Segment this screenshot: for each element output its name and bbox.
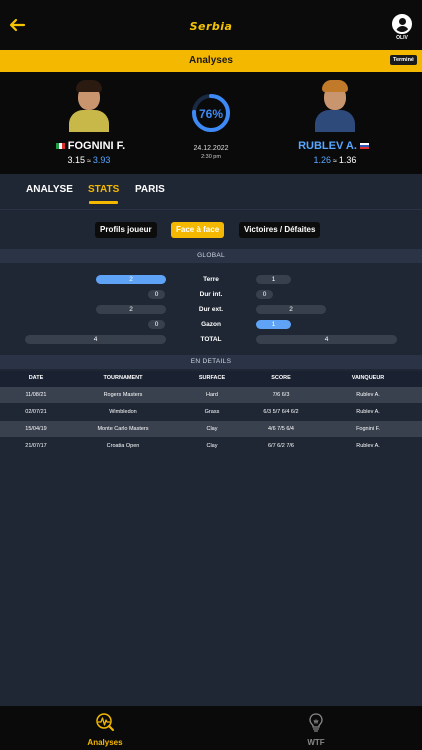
stat-row: 0 Gazon 1 — [0, 320, 422, 332]
tab-bar: ANALYSE STATS PARIS — [0, 174, 422, 210]
user-name: OLIV — [396, 35, 408, 41]
player-1-photo — [64, 80, 114, 132]
cell-date: 21/07/17 — [25, 443, 47, 449]
stat-row: 0 Dur int. 0 — [0, 290, 422, 302]
tab-stats[interactable]: STATS — [88, 184, 119, 204]
cell-score: 4/6 7/5 6/4 — [268, 426, 294, 432]
nav-wtf-label: WTF — [307, 738, 325, 747]
table-header: DATE TOURNAMENT SURFACE SCORE VAINQUEUR — [0, 371, 422, 387]
global-heading: GLOBAL — [0, 249, 422, 263]
lightbulb-icon — [309, 713, 323, 732]
cell-winner: Rublev A. — [356, 409, 380, 415]
filter-victoires-defaites[interactable]: Victoires / Défaites — [239, 222, 321, 238]
stat-row: 4 TOTAL 4 — [0, 335, 422, 347]
cell-score: 6/7 6/2 7/6 — [268, 443, 294, 449]
stat-right-value: 0 — [256, 290, 273, 299]
stat-label: Gazon — [201, 321, 221, 328]
cell-surface: Clay — [206, 443, 218, 449]
cell-date: 15/04/19 — [25, 426, 47, 432]
cell-score: 7/6 6/3 — [272, 392, 290, 398]
cell-date: 02/07/21 — [25, 409, 47, 415]
filter-profils-joueur[interactable]: Profils joueur — [95, 222, 157, 238]
tab-paris[interactable]: PARIS — [135, 184, 165, 195]
match-header: FOGNINI F. 3.15 ≈3.93 76% 24.12.2022 2:30… — [0, 72, 422, 174]
stat-left-value: 0 — [148, 290, 165, 299]
cell-winner: Fognini F. — [356, 426, 380, 432]
player-1-odds: 3.15 ≈3.93 — [67, 155, 111, 165]
cell-surface: Hard — [206, 392, 218, 398]
cell-surface: Grass — [204, 409, 220, 415]
stat-label: Dur int. — [199, 291, 223, 298]
match-date: 24.12.2022 — [193, 145, 229, 152]
stat-right-value: 1 — [256, 320, 291, 329]
table-row[interactable]: 02/07/21 Wimbledon Grass 6/3 5/7 6/4 6/2 Rub… — [0, 404, 422, 420]
stat-right-value: 1 — [256, 275, 291, 284]
nav-analyses-label: Analyses — [87, 738, 123, 747]
brand-logo: Serbia — [189, 20, 233, 33]
match-time: 2:30 pm — [201, 154, 221, 160]
page-title: Analyses — [189, 55, 233, 66]
column-header-date: DATE — [28, 375, 44, 381]
analyses-chart-icon — [96, 713, 114, 731]
match-center-info: 76% 24.12.2022 2:30 pm — [181, 92, 241, 160]
player-2-photo — [310, 80, 360, 132]
player-2-odds: 1.26 ≈1.36 — [313, 155, 357, 165]
cell-winner: Rublev A. — [356, 392, 380, 398]
tab-analyse[interactable]: ANALYSE — [26, 184, 73, 195]
stat-left-value: 4 — [25, 335, 166, 344]
player-1-card[interactable]: FOGNINI F. 3.15 ≈3.93 — [34, 80, 144, 165]
stat-left-value: 2 — [96, 275, 166, 284]
win-probability: 76% — [198, 107, 224, 121]
filter-face-a-face[interactable]: Face à face — [171, 222, 225, 238]
cell-date: 11/08/21 — [25, 392, 47, 398]
user-profile-button[interactable]: OLIV — [390, 14, 414, 41]
nav-analyses[interactable]: Analyses — [65, 712, 145, 747]
details-heading: EN DETAILS — [0, 355, 422, 369]
player-2-name: RUBLEV A. — [280, 140, 390, 152]
stat-right-value: 4 — [256, 335, 397, 344]
italy-flag-icon — [55, 143, 65, 150]
bottom-nav: Analyses WTF — [0, 706, 422, 750]
cell-tournament: Wimbledon — [109, 409, 137, 415]
cell-surface: Clay — [206, 426, 218, 432]
stat-label: Terre — [203, 276, 219, 283]
stat-left-value: 2 — [96, 305, 166, 314]
stat-label: TOTAL — [200, 336, 222, 343]
russia-flag-icon — [359, 143, 369, 150]
stat-left-value: 0 — [148, 320, 165, 329]
top-bar: Serbia OLIV — [0, 0, 422, 50]
stat-row: 2 Terre 1 — [0, 275, 422, 287]
player-1-name: FOGNINI F. — [34, 140, 144, 152]
column-header-score: SCORE — [271, 375, 291, 381]
status-badge: Terminé — [390, 55, 417, 65]
stat-label: Dur ext. — [198, 306, 224, 313]
avatar-icon — [392, 14, 412, 34]
cell-winner: Rublev A. — [356, 443, 380, 449]
cell-tournament: Rogers Masters — [103, 392, 143, 398]
section-title-bar: Analyses Terminé — [0, 50, 422, 72]
column-header-surface: SURFACE — [198, 375, 226, 381]
stat-row: 2 Dur ext. 2 — [0, 305, 422, 317]
column-header-tournament: TOURNAMENT — [103, 375, 143, 381]
column-header-winner: VAINQUEUR — [351, 375, 385, 381]
nav-wtf[interactable]: WTF — [276, 712, 356, 747]
cell-tournament: Monte Carlo Masters — [97, 426, 149, 432]
cell-tournament: Croatia Open — [106, 443, 140, 449]
cell-score: 6/3 5/7 6/4 6/2 — [263, 409, 299, 415]
table-row[interactable]: 11/08/21 Rogers Masters Hard 7/6 6/3 Rublev … — [0, 387, 422, 403]
filter-pills: Profils joueur Face à face Victoires / D… — [0, 222, 422, 240]
stat-right-value: 2 — [256, 305, 326, 314]
table-row[interactable]: 15/04/19 Monte Carlo Masters Clay 4/6 7/5 6… — [0, 421, 422, 437]
player-2-card[interactable]: RUBLEV A. 1.26 ≈1.36 — [280, 80, 390, 165]
table-row[interactable]: 21/07/17 Croatia Open Clay 6/7 6/2 7/6 Ruble… — [0, 438, 422, 454]
